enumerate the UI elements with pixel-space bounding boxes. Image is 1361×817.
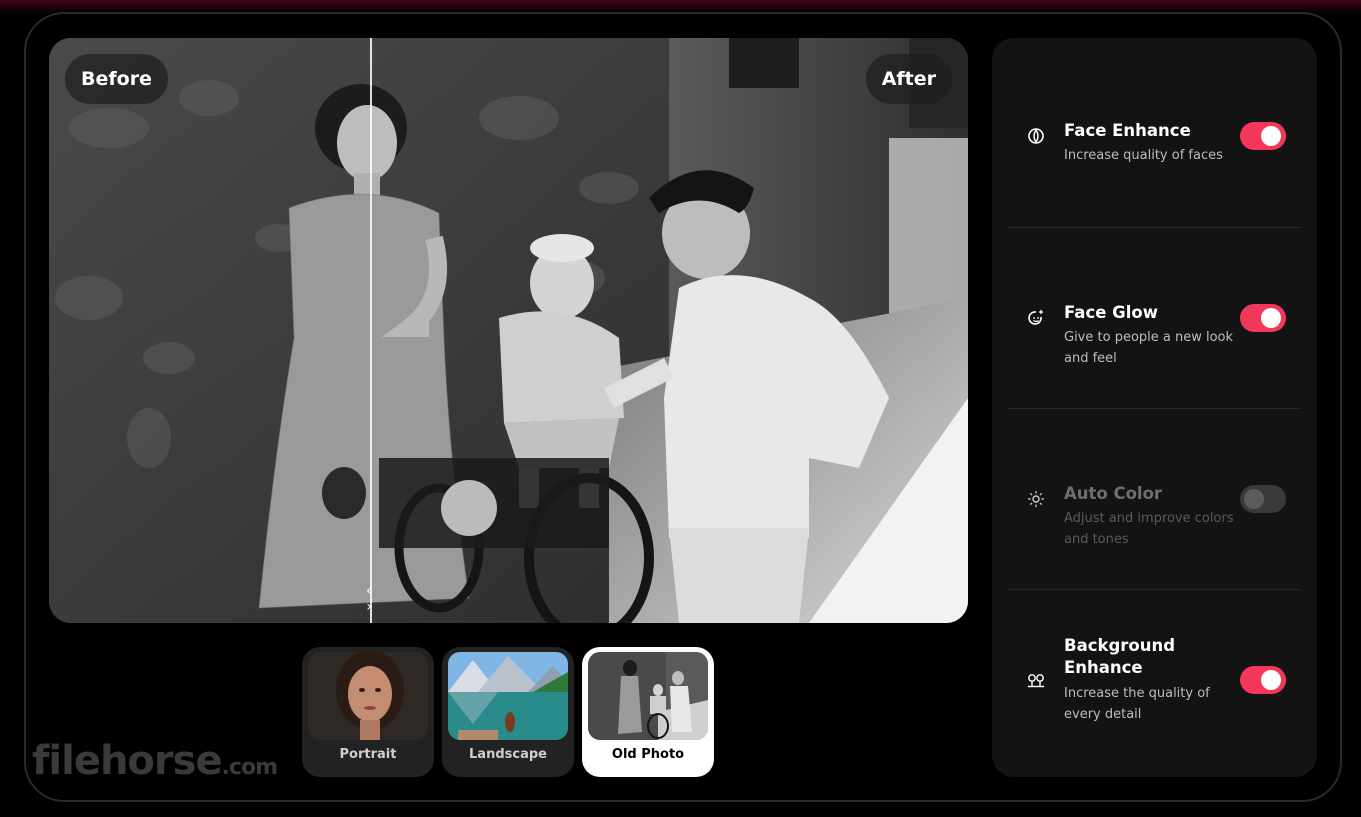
sample-old-photo-label: Old Photo xyxy=(611,747,685,762)
option-face-glow: Face Glow Give to people a new look and … xyxy=(1008,227,1301,408)
face-enhance-title: Face Enhance xyxy=(1064,121,1191,140)
watermark-suffix: .com xyxy=(221,755,278,780)
sample-landscape[interactable]: Landscape xyxy=(442,647,574,777)
landscape-thumbnail xyxy=(448,652,568,740)
face-enhance-description: Increase quality of faces xyxy=(1064,148,1223,163)
after-label: After xyxy=(865,54,952,104)
toggle-knob xyxy=(1244,489,1264,509)
option-face-enhance: Face Enhance Increase quality of faces xyxy=(1008,46,1301,227)
auto-color-title: Auto Color xyxy=(1064,484,1163,503)
auto-color-toggle[interactable] xyxy=(1240,485,1286,513)
sample-landscape-label: Landscape xyxy=(469,747,547,762)
before-after-viewer[interactable]: Before After ‹ › xyxy=(49,38,968,623)
before-label: Before xyxy=(65,54,168,104)
background-enhance-toggle[interactable] xyxy=(1240,666,1286,694)
sun-icon xyxy=(1028,491,1044,507)
face-enhance-toggle[interactable] xyxy=(1240,122,1286,150)
background-enhance-icon xyxy=(1028,674,1044,688)
watermark-text: filehorse xyxy=(32,738,223,784)
face-glow-toggle[interactable] xyxy=(1240,304,1286,332)
compare-drag-handle[interactable]: ‹ › xyxy=(355,583,387,615)
auto-color-description: Adjust and improve colors and tones xyxy=(1064,511,1234,547)
toggle-knob xyxy=(1261,670,1281,690)
toggle-knob xyxy=(1261,308,1281,328)
face-glow-title: Face Glow xyxy=(1064,303,1158,322)
portrait-thumbnail xyxy=(308,652,428,740)
old-photo-image xyxy=(49,38,968,623)
sample-portrait[interactable]: Portrait xyxy=(302,647,434,777)
face-glow-description: Give to people a new look and feel xyxy=(1064,330,1234,366)
compare-divider[interactable] xyxy=(370,38,372,623)
background-enhance-description: Increase the quality of every detail xyxy=(1064,686,1210,722)
option-auto-color: Auto Color Adjust and improve colors and… xyxy=(1008,408,1301,589)
old-photo-thumbnail xyxy=(588,652,708,740)
filehorse-watermark: filehorse.com xyxy=(32,738,278,784)
background-enhance-title: Background Enhance xyxy=(1064,636,1176,677)
face-enhance-icon xyxy=(1028,128,1044,144)
option-background-enhance: Background Enhance Increase the quality … xyxy=(1008,589,1301,770)
enhance-settings-panel: Face Enhance Increase quality of faces F… xyxy=(992,38,1317,777)
sample-old-photo[interactable]: Old Photo xyxy=(582,647,714,777)
toggle-knob xyxy=(1261,126,1281,146)
sample-portrait-label: Portrait xyxy=(339,747,397,762)
face-glow-icon xyxy=(1028,310,1043,325)
